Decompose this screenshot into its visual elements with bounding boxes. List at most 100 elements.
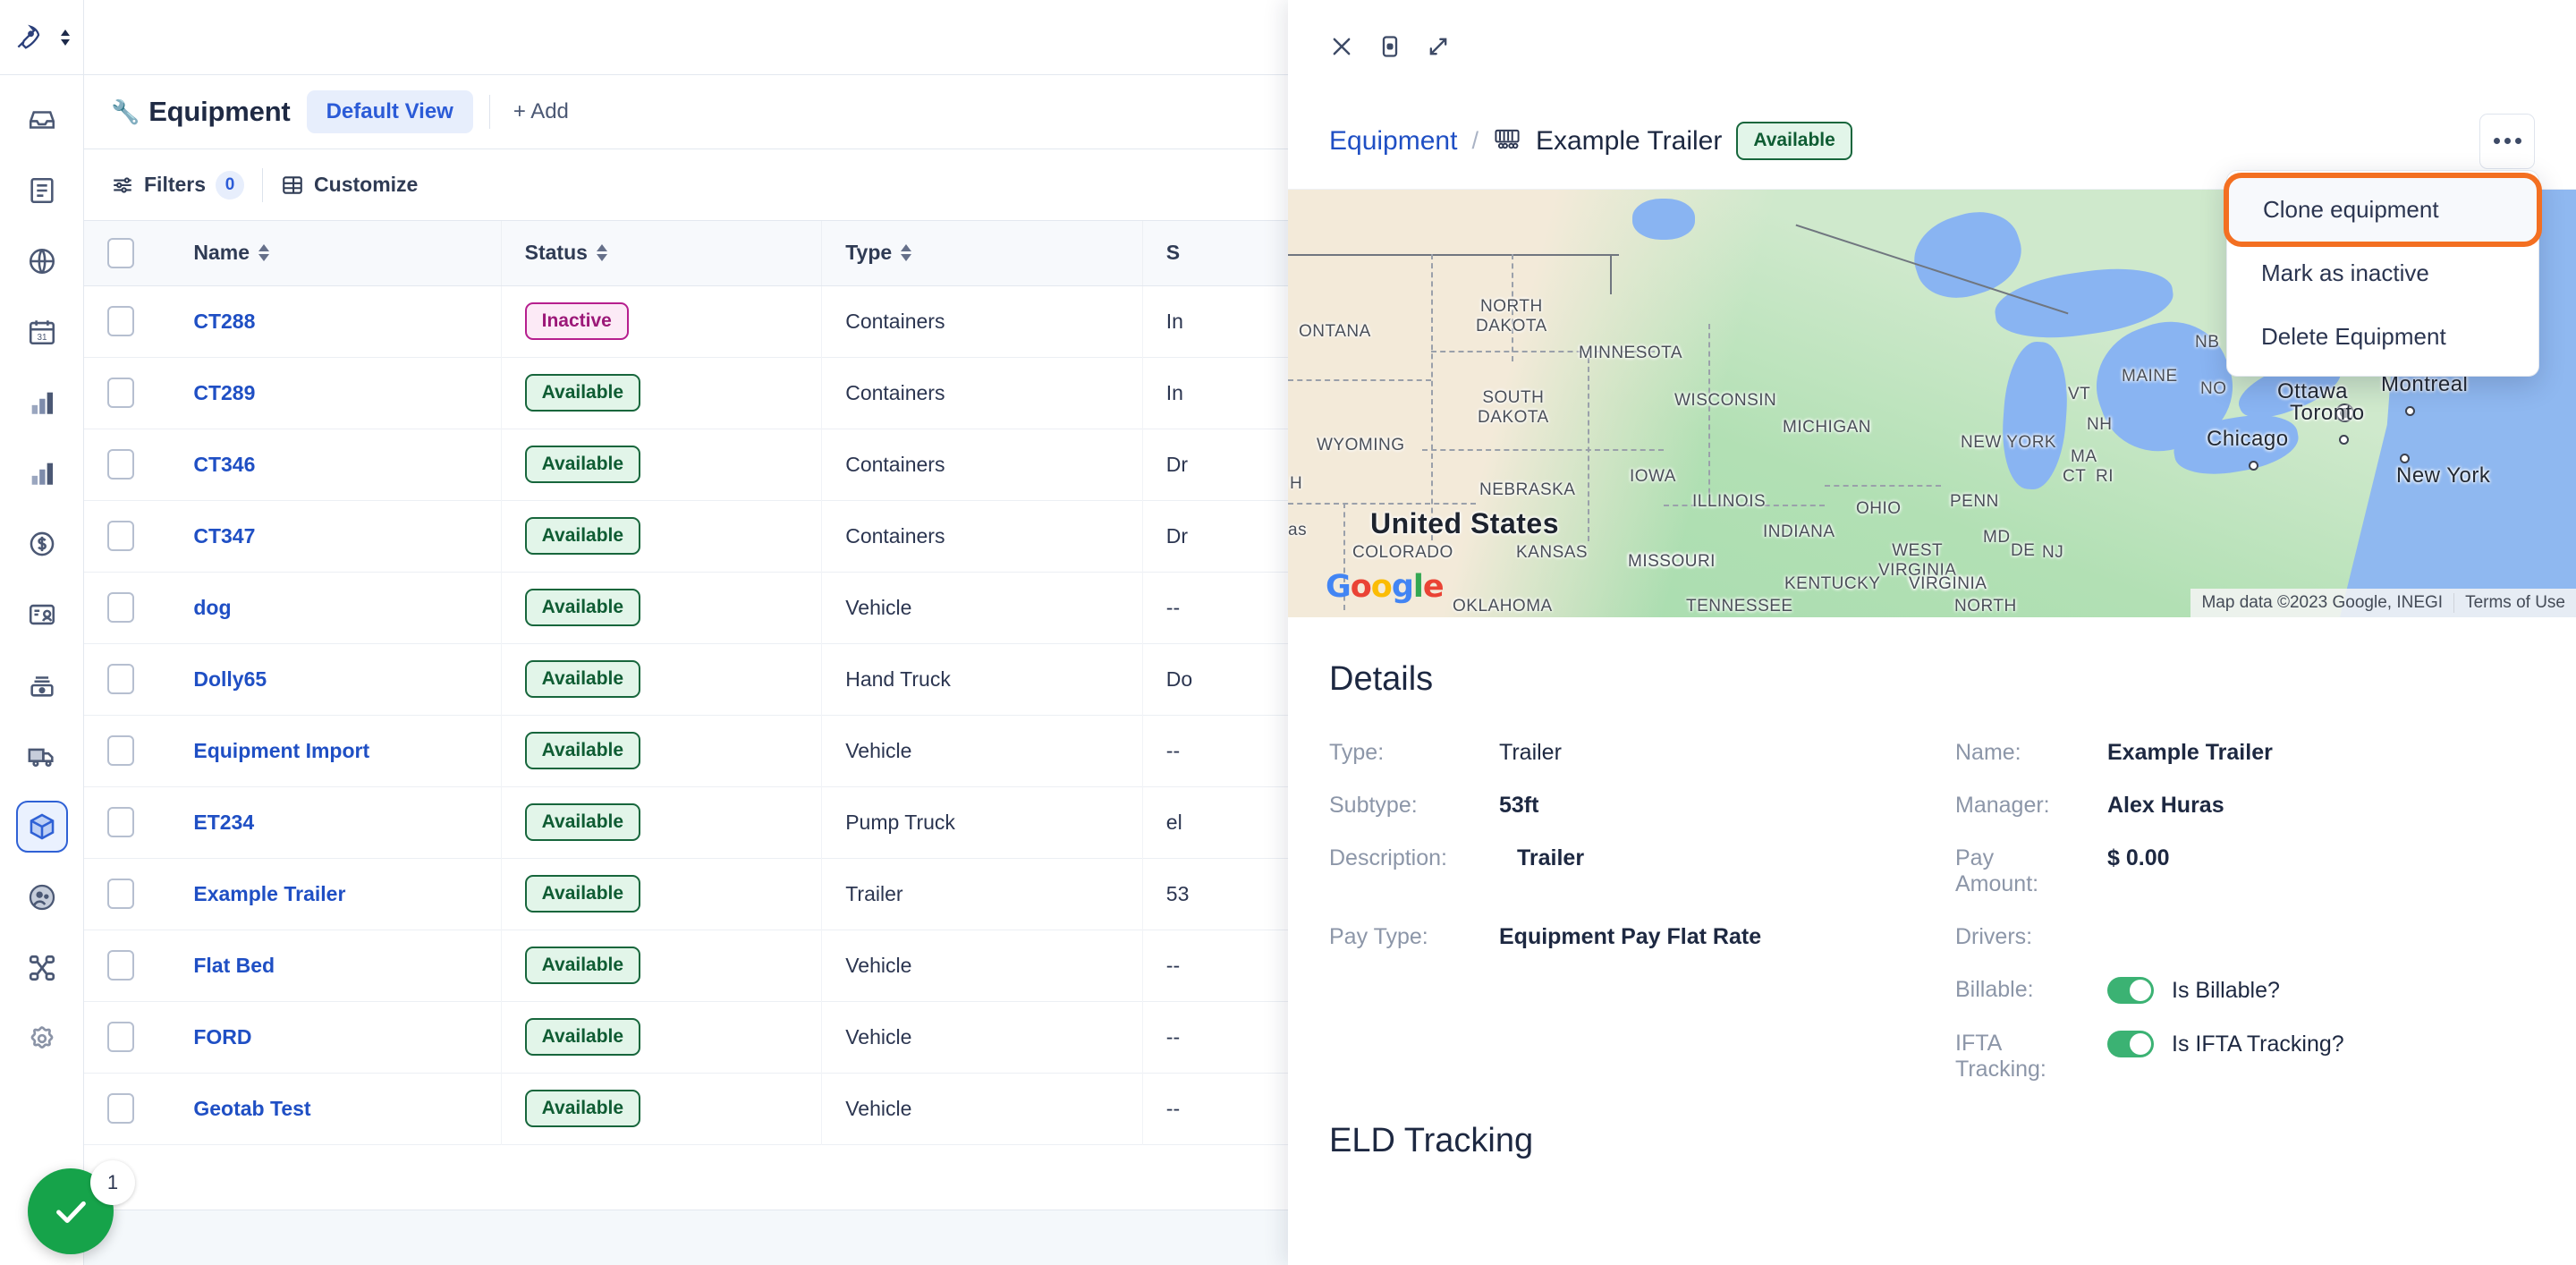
cell-name[interactable]: Geotab Test [170,1073,502,1144]
sidebar-item-billing[interactable] [16,518,68,570]
sidebar-item-analytics[interactable] [16,447,68,499]
cell-name[interactable]: Equipment Import [170,715,502,786]
sidebar-item-users[interactable] [16,871,68,923]
equipment-link[interactable]: CT346 [193,453,255,476]
row-select-cell[interactable] [84,786,170,858]
row-checkbox[interactable] [107,807,134,837]
menu-item-mark-as-inactive[interactable]: Mark as inactive [2227,242,2538,305]
customize-button[interactable]: Customize [281,173,418,197]
row-checkbox[interactable] [107,1093,134,1124]
equipment-link[interactable]: Geotab Test [193,1097,310,1120]
terms-of-use-link[interactable]: Terms of Use [2453,593,2576,613]
sort-updown-icon[interactable] [59,24,72,51]
row-select-cell[interactable] [84,285,170,357]
equipment-link[interactable]: Example Trailer [193,882,345,905]
cell-name[interactable]: Flat Bed [170,930,502,1001]
column-header-subtype[interactable]: S [1142,221,1288,286]
column-header-name[interactable]: Name [170,221,502,286]
row-select-cell[interactable] [84,572,170,643]
row-checkbox[interactable] [107,306,134,336]
cell-name[interactable]: ET234 [170,786,502,858]
row-checkbox[interactable] [107,664,134,694]
column-header-status[interactable]: Status [501,221,823,286]
sidebar-item-documents[interactable] [16,165,68,216]
sidebar-item-equipment[interactable] [15,801,68,853]
row-checkbox[interactable] [107,521,134,551]
table-row[interactable]: FORD Available Vehicle -- [84,1001,1288,1073]
equipment-link[interactable]: Equipment Import [193,739,369,762]
toggle-switch[interactable] [2107,977,2154,1004]
equipment-link[interactable]: dog [193,596,231,619]
row-select-cell[interactable] [84,715,170,786]
table-row[interactable]: CT288 Inactive Containers In [84,285,1288,357]
row-checkbox[interactable] [107,378,134,408]
sidebar-item-global[interactable] [16,235,68,287]
row-select-cell[interactable] [84,357,170,429]
breadcrumb-root-link[interactable]: Equipment [1329,126,1457,157]
sidebar-item-loads[interactable] [16,730,68,782]
table-row[interactable]: Example Trailer Available Trailer 53 [84,858,1288,930]
view-selector-chip[interactable]: Default View [306,90,473,133]
row-select-cell[interactable] [84,500,170,572]
table-row[interactable]: ET234 Available Pump Truck el [84,786,1288,858]
row-checkbox[interactable] [107,592,134,623]
app-logo[interactable] [0,0,84,75]
row-select-cell[interactable] [84,930,170,1001]
menu-item-clone-equipment[interactable]: Clone equipment [2224,173,2542,247]
equipment-link[interactable]: FORD [193,1025,251,1049]
row-select-cell[interactable] [84,643,170,715]
table-row[interactable]: CT289 Available Containers In [84,357,1288,429]
toggle-switch[interactable] [2107,1031,2154,1057]
column-header-type[interactable]: Type [821,221,1143,286]
row-checkbox[interactable] [107,449,134,480]
row-checkbox[interactable] [107,1022,134,1052]
sort-icon[interactable] [901,244,912,262]
expand-diagonal-icon[interactable] [1426,34,1451,59]
sort-icon[interactable] [258,244,270,262]
row-checkbox[interactable] [107,879,134,909]
equipment-link[interactable]: Dolly65 [193,667,267,691]
sidebar-item-contacts[interactable] [16,589,68,641]
table-row[interactable]: dog Available Vehicle -- [84,572,1288,643]
sidebar-item-integrations[interactable] [16,942,68,994]
table-row[interactable]: Flat Bed Available Vehicle -- [84,930,1288,1001]
equipment-link[interactable]: CT288 [193,310,255,333]
cell-name[interactable]: CT288 [170,285,502,357]
more-actions-button[interactable] [2479,113,2535,169]
table-row[interactable]: CT347 Available Containers Dr [84,500,1288,572]
cell-name[interactable]: CT346 [170,429,502,500]
sidebar-item-printing[interactable] [16,659,68,711]
sidebar-item-reports[interactable] [16,377,68,429]
sidebar-item-calendar[interactable]: 31 [16,306,68,358]
close-icon[interactable] [1329,34,1354,59]
table-row[interactable]: Dolly65 Available Hand Truck Do [84,643,1288,715]
row-select-cell[interactable] [84,1001,170,1073]
menu-item-delete-equipment[interactable]: Delete Equipment [2227,305,2538,369]
table-row[interactable]: Geotab Test Available Vehicle -- [84,1073,1288,1144]
select-all-checkbox[interactable] [107,237,134,268]
cell-name[interactable]: FORD [170,1001,502,1073]
row-checkbox[interactable] [107,735,134,766]
minimize-panel-icon[interactable] [1377,34,1402,59]
table-row[interactable]: Equipment Import Available Vehicle -- [84,715,1288,786]
cell-name[interactable]: CT347 [170,500,502,572]
cell-name[interactable]: Dolly65 [170,643,502,715]
cell-name[interactable]: Example Trailer [170,858,502,930]
select-all-header[interactable] [84,221,171,286]
sidebar-item-settings[interactable] [16,1013,68,1065]
equipment-link[interactable]: CT289 [193,381,255,404]
sort-icon[interactable] [596,244,607,262]
row-select-cell[interactable] [84,858,170,930]
table-row[interactable]: CT346 Available Containers Dr [84,429,1288,500]
equipment-link[interactable]: ET234 [193,811,254,834]
cell-name[interactable]: dog [170,572,502,643]
equipment-link[interactable]: Flat Bed [193,954,275,977]
row-select-cell[interactable] [84,1073,170,1144]
cell-name[interactable]: CT289 [170,357,502,429]
add-button[interactable]: + Add [506,94,576,130]
row-checkbox[interactable] [107,950,134,981]
sidebar-item-inbox[interactable] [16,94,68,146]
row-select-cell[interactable] [84,429,170,500]
filters-button[interactable]: Filters 0 [111,170,245,200]
equipment-link[interactable]: CT347 [193,524,255,548]
